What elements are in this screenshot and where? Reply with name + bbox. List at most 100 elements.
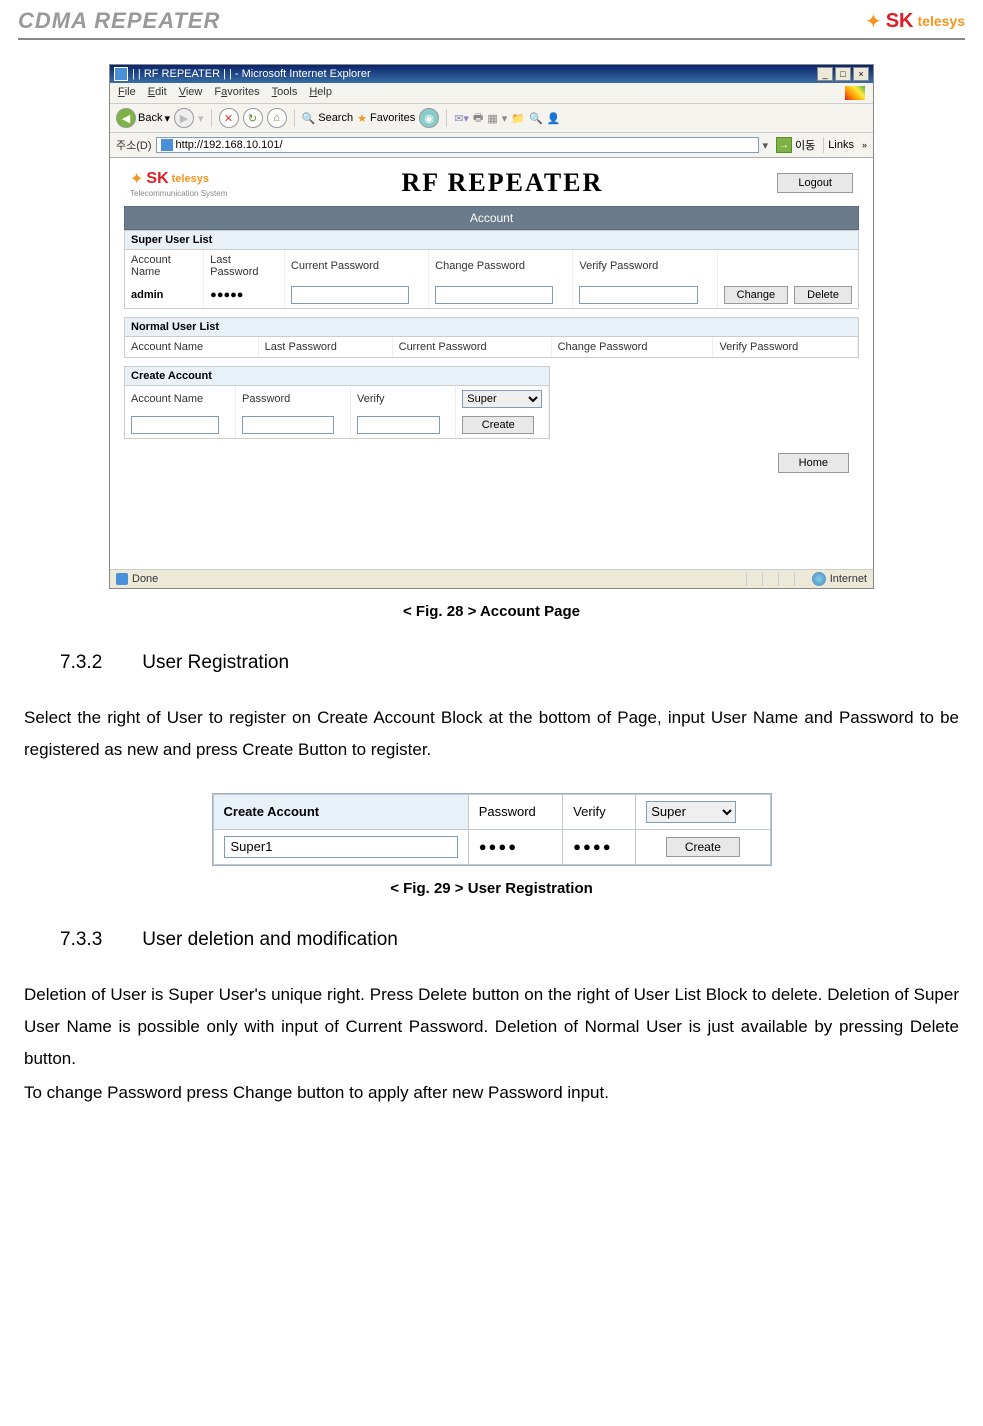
menu-favorites[interactable]: Favorites [214,86,259,100]
minimize-button[interactable]: _ [817,67,833,81]
last-pw-cell: ●●●●● [204,282,285,308]
address-dropdown[interactable]: ▾ [763,139,769,152]
go-button[interactable]: → 이동 [772,136,819,154]
normal-user-title: Normal User List [125,318,858,337]
super-user-section: Super User List Account Name Last Passwo… [124,230,859,309]
section-732: 7.3.2 User Registration [60,652,923,674]
toolbar-folder-icon[interactable]: 📁 [511,112,525,125]
toolbar-messenger-icon[interactable]: 👤 [547,112,561,125]
col-last-pw: Last Password [258,337,392,357]
create-account-title: Create Account [125,367,549,386]
media-button[interactable]: ◉ [419,108,439,128]
search-button[interactable]: 🔍Search [302,112,354,125]
home-button[interactable]: Home [778,453,849,473]
address-url: http://192.168.10.101/ [176,139,283,151]
ie-app-icon [114,67,128,81]
home-button[interactable]: ⌂ [267,108,287,128]
fig29-select[interactable]: Super [646,801,736,823]
rf-page-title: RF REPEATER [227,168,777,198]
verify-pw-input[interactable] [579,286,697,304]
toolbar-misc-icon[interactable]: ✉▾ [454,112,469,125]
fig29-password-cell: ●●●● [468,829,562,864]
back-icon: ◀ [116,108,136,128]
ie-title-text: | | RF REPEATER | | - Microsoft Internet… [132,68,371,80]
refresh-button[interactable]: ↻ [243,108,263,128]
status-cell [778,572,792,586]
toolbar-print-icon[interactable]: 🖶 [473,109,483,128]
col-change-pw: Change Password [551,337,713,357]
close-button[interactable]: × [853,67,869,81]
fig28-caption: < Fig. 28 > Account Page [0,603,983,620]
home-row: Home [124,447,859,479]
col-verify-pw: Verify Password [713,337,858,357]
rf-logo-sk: SK [146,170,168,188]
globe-icon [812,572,826,586]
create-account-section: Create Account Account Name Password Ver… [124,366,550,439]
address-input[interactable]: http://192.168.10.101/ [156,137,759,153]
favorites-button[interactable]: ★Favorites [357,112,415,125]
normal-user-table: Account Name Last Password Current Passw… [125,337,858,357]
ie-statusbar: Done Internet [110,569,873,588]
rf-header: ✦ SK telesys Telecommunication System RF… [124,164,859,206]
menu-tools[interactable]: Tools [272,86,298,100]
para-732: Select the right of User to register on … [24,702,959,767]
logout-button[interactable]: Logout [777,173,853,193]
super-user-title: Super User List [125,231,858,250]
status-cell [794,572,808,586]
account-name-cell: admin [125,282,204,308]
fig28-screenshot: | | RF REPEATER | | - Microsoft Internet… [109,64,874,589]
change-button[interactable]: Change [724,286,789,304]
toolbar-edit-icon[interactable]: ▦ [487,112,497,125]
menu-view[interactable]: View [179,86,203,100]
links-button[interactable]: Links [823,137,858,153]
windows-flag-icon [845,86,865,100]
ie-toolbar: ◀ Back ▾ ▶ ▾ ✕ ↻ ⌂ 🔍Search ★Favorites ◉ … [110,104,873,133]
status-page-icon [116,573,128,585]
maximize-button[interactable]: □ [835,67,851,81]
flame-icon: ✦ [865,9,882,34]
menu-help[interactable]: Help [309,86,332,100]
toolbar-separator [211,109,212,127]
section-title: User Registration [142,652,289,674]
current-pw-input[interactable] [291,286,409,304]
header-divider [18,38,965,40]
delete-button[interactable]: Delete [794,286,852,304]
super-user-table: Account Name Last Password Current Passw… [125,250,858,308]
forward-button[interactable]: ▶ [174,108,194,128]
go-icon: → [776,137,792,153]
account-header: Account [124,206,859,230]
back-button[interactable]: ◀ Back ▾ [116,108,170,128]
col-verify-pw: Verify Password [573,250,717,282]
new-account-input[interactable] [131,416,219,434]
fig29-h3: Verify [563,794,636,829]
fig29-create-button[interactable]: Create [666,837,740,857]
search-icon: 🔍 [302,112,316,125]
toolbar-zoom-icon[interactable]: 🔍 [529,112,543,125]
col-last-pw: Last Password [204,250,285,282]
ie-titlebar: | | RF REPEATER | | - Microsoft Internet… [110,65,873,83]
table-row: ●●●● ●●●● Create [213,829,770,864]
new-verify-input[interactable] [357,416,440,434]
fig29-account-input[interactable] [224,836,458,858]
para-733a: Deletion of User is Super User's unique … [24,979,959,1076]
status-done: Done [132,573,158,585]
page-header: CDMA REPEATER ✦ SK telesys [0,0,983,38]
menu-file[interactable]: FFileile [118,86,136,100]
new-password-input[interactable] [242,416,334,434]
fig29-h2: Password [468,794,562,829]
status-cell [762,572,776,586]
page-content: ✦ SK telesys Telecommunication System RF… [110,158,873,569]
col-account: Account Name [125,337,258,357]
col-verify: Verify [351,386,456,412]
change-pw-input[interactable] [435,286,553,304]
stop-button[interactable]: ✕ [219,108,239,128]
toolbar-separator [294,109,295,127]
create-button[interactable]: Create [462,416,534,434]
user-type-select[interactable]: Super [462,390,542,408]
toolbar-separator [446,109,447,127]
star-icon: ★ [357,112,367,125]
ie-window: | | RF REPEATER | | - Microsoft Internet… [109,64,874,589]
rf-logo: ✦ SK telesys Telecommunication System [130,169,227,198]
doc-title: CDMA REPEATER [18,8,220,34]
menu-edit[interactable]: Edit [148,86,167,100]
